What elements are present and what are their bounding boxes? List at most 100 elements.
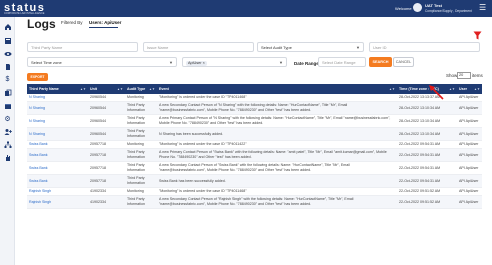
column-header-label: Unit bbox=[90, 87, 97, 91]
sort-icon[interactable]: ▲▼ bbox=[149, 87, 155, 91]
event-cell: N Sharing has been successfully added. bbox=[157, 127, 397, 141]
column-header[interactable]: User ▲▼ bbox=[457, 84, 482, 94]
audit-type-value: Select Audit Type bbox=[261, 45, 292, 50]
sidebar: $ ⚙ bbox=[0, 17, 15, 265]
annotation-arrow-icon bbox=[429, 85, 444, 100]
page-title: Logs bbox=[27, 17, 56, 31]
time-cell: 28-Oct-2022 13:10:34 AM bbox=[397, 101, 457, 115]
table-row: Swiss Bank 20957718 Third Party Informatio… bbox=[27, 161, 482, 175]
user-cell: API ApiUser bbox=[457, 140, 482, 149]
filter-icon[interactable] bbox=[473, 31, 482, 40]
chevron-down-icon: ▼ bbox=[169, 60, 173, 65]
export-button[interactable]: EXPORT bbox=[27, 73, 48, 81]
hierarchy-icon[interactable] bbox=[3, 140, 12, 149]
event-cell: A new Secondary Contact Person of "Swiss… bbox=[157, 161, 397, 175]
top-bar: status CORPORATE LAW INTELLIGENCE Welcom… bbox=[0, 0, 492, 17]
time-cell: 22-Oct-2022 09:51:52 AM bbox=[397, 195, 457, 209]
user-name[interactable]: UAT Test bbox=[425, 3, 442, 8]
sort-icon[interactable]: ▲▼ bbox=[80, 87, 86, 91]
hand-icon[interactable] bbox=[3, 153, 12, 162]
time-cell: 22-Oct-2022 09:54:31 AM bbox=[397, 140, 457, 149]
table-row: N Sharing 20960544 Third Party Information… bbox=[27, 101, 482, 115]
search-button[interactable]: SEARCH bbox=[369, 57, 392, 67]
unit-cell: 41902334 bbox=[88, 195, 125, 209]
settings-icon[interactable]: ⚙ bbox=[3, 114, 12, 123]
third-party-name-input[interactable]: Third Party Name bbox=[27, 42, 138, 52]
logs-table: Third Party Name ▲▼ Unit ▲▼ Audit Type ▲▼ Even… bbox=[27, 84, 482, 209]
avatar[interactable] bbox=[413, 3, 422, 12]
third-party-name-cell[interactable]: Swiss Bank bbox=[27, 174, 88, 188]
tab-users-apiuser[interactable]: Users: ApiUser bbox=[89, 20, 121, 25]
tab-filtered-by[interactable]: Filtered By bbox=[61, 20, 83, 25]
third-party-name-cell[interactable]: N Sharing bbox=[27, 101, 88, 115]
user-cell: API ApiUser bbox=[457, 174, 482, 188]
user-cell: API ApiUser bbox=[457, 94, 482, 102]
hamburger-icon[interactable]: ☰ bbox=[479, 4, 486, 12]
third-party-name-cell[interactable]: N Sharing bbox=[27, 114, 88, 128]
third-party-name-cell[interactable]: N Sharing bbox=[27, 127, 88, 141]
column-header[interactable]: Audit Type ▲▼ bbox=[125, 84, 157, 94]
time-cell: 22-Oct-2022 09:54:31 AM bbox=[397, 148, 457, 162]
event-cell: "Monitoring" is ordered under the case I… bbox=[157, 94, 397, 102]
date-range-input[interactable]: Select Date Range bbox=[318, 57, 366, 67]
table-row: Swiss Bank 20957718 Third Party Informatio… bbox=[27, 174, 482, 188]
event-cell: "Monitoring" is ordered under the case I… bbox=[157, 187, 397, 196]
sort-icon[interactable]: ▲▼ bbox=[474, 87, 480, 91]
user-add-icon[interactable] bbox=[3, 127, 12, 136]
audit-type-cell: Third Party Information bbox=[125, 114, 157, 128]
sort-icon[interactable]: ▲▼ bbox=[449, 87, 455, 91]
column-header-label: Audit Type bbox=[127, 87, 146, 91]
dollar-icon[interactable]: $ bbox=[3, 75, 12, 84]
unit-cell: 20957718 bbox=[88, 161, 125, 175]
calendar-icon[interactable] bbox=[3, 101, 12, 110]
page-size-select[interactable]: 20 bbox=[457, 72, 471, 79]
logo-subtitle: CORPORATE LAW INTELLIGENCE bbox=[4, 12, 45, 15]
event-cell: A new Primary Contact Person of "N Shari… bbox=[157, 114, 397, 128]
home-icon[interactable] bbox=[3, 22, 12, 31]
document-icon[interactable] bbox=[3, 62, 12, 71]
issue-name-input[interactable]: Issue Name bbox=[143, 42, 254, 52]
api-user-chip[interactable]: ApiUser × bbox=[186, 61, 207, 66]
column-header[interactable]: Third Party Name ▲▼ bbox=[27, 84, 88, 94]
third-party-name-cell[interactable]: Rajnish Singh bbox=[27, 195, 88, 209]
sort-icon[interactable]: ▲▼ bbox=[389, 87, 395, 91]
unit-cell: 20957718 bbox=[88, 148, 125, 162]
table-header-row: Third Party Name ▲▼ Unit ▲▼ Audit Type ▲▼ Even… bbox=[27, 84, 482, 94]
user-multiselect[interactable]: ApiUser × ▼ bbox=[182, 57, 287, 67]
unit-cell: 20960544 bbox=[88, 101, 125, 115]
user-cell: API ApiUser bbox=[457, 148, 482, 162]
column-header[interactable]: Event ▲▼ bbox=[157, 84, 397, 94]
show-label: Show bbox=[446, 73, 458, 78]
sort-icon[interactable]: ▲▼ bbox=[117, 87, 123, 91]
third-party-name-cell[interactable]: Rajnish Singh bbox=[27, 187, 88, 196]
items-label: items bbox=[472, 73, 483, 78]
third-party-name-cell[interactable]: Swiss Bank bbox=[27, 161, 88, 175]
time-cell: 22-Oct-2022 09:54:31 AM bbox=[397, 174, 457, 188]
audit-type-cell: Third Party Information bbox=[125, 161, 157, 175]
event-cell: "Monitoring" is ordered under the case I… bbox=[157, 140, 397, 149]
table-row: Rajnish Singh 41902334 Third Party Informa… bbox=[27, 195, 482, 209]
dashboard-icon[interactable] bbox=[3, 36, 12, 45]
third-party-name-cell[interactable]: Swiss Bank bbox=[27, 140, 88, 149]
table-body: N Sharing 20960544 Monitoring "Monitoring" … bbox=[27, 94, 482, 209]
column-header[interactable]: Unit ▲▼ bbox=[88, 84, 125, 94]
third-party-name-cell[interactable]: Swiss Bank bbox=[27, 148, 88, 162]
audit-type-cell: Third Party Information bbox=[125, 148, 157, 162]
column-header-label: User bbox=[459, 87, 467, 91]
table-row: Rajnish Singh 41902334 Monitoring "Monitori… bbox=[27, 187, 482, 196]
cancel-button[interactable]: CANCEL bbox=[393, 57, 414, 67]
user-cell: API ApiUser bbox=[457, 187, 482, 196]
date-range-label: Date Range: bbox=[294, 61, 321, 66]
audit-type-select[interactable]: Select Audit Type ▼ bbox=[257, 42, 364, 52]
copy-icon[interactable] bbox=[3, 88, 12, 97]
time-cell: 28-Oct-2022 13:10:34 AM bbox=[397, 114, 457, 128]
chip-label: ApiUser bbox=[188, 61, 202, 65]
event-cell: A new Primary Contact Person of "Swiss B… bbox=[157, 148, 397, 162]
unit-cell: 20960544 bbox=[88, 94, 125, 102]
table-row: N Sharing 20960544 Monitoring "Monitoring" … bbox=[27, 94, 482, 102]
user-cell: API ApiUser bbox=[457, 127, 482, 141]
third-party-name-cell[interactable]: N Sharing bbox=[27, 94, 88, 102]
user-id-input[interactable]: User ID bbox=[369, 42, 480, 52]
eye-icon[interactable] bbox=[3, 49, 12, 58]
time-zone-select[interactable]: Select Time zone ▼ bbox=[27, 57, 177, 67]
